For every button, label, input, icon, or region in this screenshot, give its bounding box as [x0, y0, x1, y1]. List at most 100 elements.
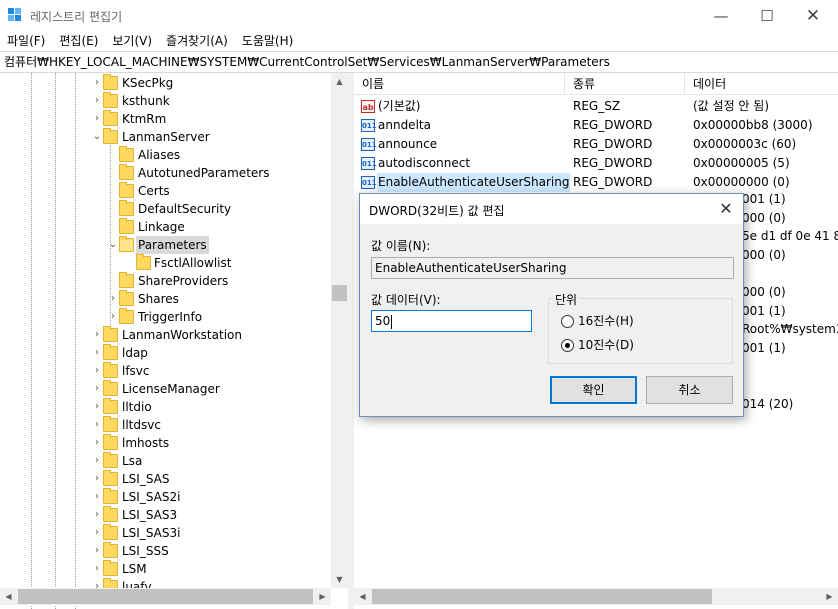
scroll-up-arrow-icon[interactable]: ▲: [331, 73, 348, 90]
scroll-down-arrow-icon[interactable]: ▼: [331, 571, 348, 588]
radio-hex-label[interactable]: 16진수(H): [578, 313, 634, 329]
chevron-right-icon[interactable]: ›: [91, 542, 103, 560]
tree-item[interactable]: DefaultSecurity: [0, 200, 331, 218]
tree-item-label: Shares: [138, 292, 179, 306]
maximize-button[interactable]: ☐: [744, 0, 790, 31]
scroll-thumb[interactable]: [372, 589, 712, 604]
tree-item[interactable]: › lltdsvc: [0, 416, 331, 434]
chevron-right-icon[interactable]: ›: [91, 506, 103, 524]
value-data-cell: Root%₩system32: [742, 322, 838, 337]
dialog-title-bar: DWORD(32비트) 값 편집 ✕: [360, 194, 743, 224]
chevron-right-icon[interactable]: ›: [91, 92, 103, 110]
tree-item-label: DefaultSecurity: [138, 202, 232, 216]
scroll-left-arrow-icon[interactable]: ◀: [0, 588, 17, 605]
tree-item[interactable]: › lmhosts: [0, 434, 331, 452]
value-data-cell: 5e d1 df 0e 41 8: [742, 229, 838, 244]
tree-item[interactable]: FsctlAllowlist: [0, 254, 331, 272]
chevron-right-icon[interactable]: ›: [91, 344, 103, 362]
chevron-right-icon[interactable]: ›: [91, 380, 103, 398]
chevron-right-icon[interactable]: ›: [91, 452, 103, 470]
tree-item[interactable]: › LSI_SAS3: [0, 506, 331, 524]
tree-item[interactable]: ⌄ LanmanServer: [0, 128, 331, 146]
column-header-data[interactable]: 데이터: [685, 73, 838, 95]
tree-item[interactable]: AutotunedParameters: [0, 164, 331, 182]
scroll-right-arrow-icon[interactable]: ▶: [821, 588, 838, 605]
table-row[interactable]: ab (기본값) REG_SZ (값 설정 안 됨): [354, 97, 838, 116]
tree-item[interactable]: › Lsa: [0, 452, 331, 470]
scroll-right-arrow-icon[interactable]: ▶: [314, 588, 331, 605]
tree-item[interactable]: Linkage: [0, 218, 331, 236]
tree-item-label: LSM: [122, 562, 147, 576]
menu-edit[interactable]: 편집(E): [52, 31, 105, 51]
value-data-input[interactable]: 50: [371, 310, 532, 332]
tree-item[interactable]: › lfsvc: [0, 362, 331, 380]
scroll-left-arrow-icon[interactable]: ◀: [354, 588, 371, 605]
chevron-right-icon[interactable]: ›: [91, 326, 103, 344]
tree-item-label: LSI_SAS3: [122, 508, 178, 522]
registry-tree[interactable]: › KSecPkg › ksthunk › KtmRm ⌄ LanmanServer Alias…: [0, 73, 348, 609]
chevron-right-icon[interactable]: ›: [91, 416, 103, 434]
minimize-button[interactable]: —: [698, 0, 744, 31]
scroll-thumb[interactable]: [18, 589, 313, 604]
menu-file[interactable]: 파일(F): [0, 31, 52, 51]
table-row[interactable]: 011 autodisconnect REG_DWORD 0x00000005 (5): [354, 154, 838, 173]
tree-item[interactable]: › LSI_SAS: [0, 470, 331, 488]
chevron-right-icon[interactable]: ›: [91, 488, 103, 506]
tree-item[interactable]: Aliases: [0, 146, 331, 164]
address-bar[interactable]: 컴퓨터₩HKEY_LOCAL_MACHINE₩SYSTEM₩CurrentCon…: [0, 51, 838, 73]
radio-dec-label[interactable]: 10진수(D): [578, 337, 634, 353]
close-button[interactable]: ✕: [790, 0, 836, 31]
tree-item[interactable]: › ksthunk: [0, 92, 331, 110]
table-row[interactable]: 011 announce REG_DWORD 0x0000003c (60): [354, 135, 838, 154]
tree-item[interactable]: › LSM: [0, 560, 331, 578]
chevron-right-icon[interactable]: ›: [107, 308, 119, 326]
column-header-name[interactable]: 이름: [354, 73, 565, 95]
regedit-app-icon: [8, 8, 22, 22]
tree-item[interactable]: › Shares: [0, 290, 331, 308]
window-title: 레지스트리 편집기: [30, 10, 123, 24]
cancel-button[interactable]: 취소: [646, 376, 733, 404]
radio-dec-button[interactable]: [561, 339, 574, 352]
tree-item[interactable]: Certs: [0, 182, 331, 200]
tree-item[interactable]: › ldap: [0, 344, 331, 362]
value-name-label: 값 이름(N):: [371, 239, 431, 253]
scroll-thumb[interactable]: [332, 285, 347, 301]
list-horizontal-scrollbar[interactable]: ◀ ▶: [354, 588, 838, 605]
tree-item[interactable]: › LSI_SAS2i: [0, 488, 331, 506]
menu-favorites[interactable]: 즐겨찾기(A): [159, 31, 235, 51]
tree-item[interactable]: › lltdio: [0, 398, 331, 416]
chevron-right-icon[interactable]: ›: [91, 560, 103, 578]
chevron-right-icon[interactable]: ›: [91, 74, 103, 92]
tree-item[interactable]: › TriggerInfo: [0, 308, 331, 326]
chevron-right-icon[interactable]: ›: [91, 398, 103, 416]
tree-item[interactable]: › LicenseManager: [0, 380, 331, 398]
tree-item[interactable]: ⌄ Parameters: [0, 236, 331, 254]
tree-item[interactable]: › KtmRm: [0, 110, 331, 128]
chevron-right-icon[interactable]: ›: [91, 524, 103, 542]
folder-icon: [119, 164, 134, 180]
tree-horizontal-scrollbar[interactable]: ◀ ▶: [0, 588, 331, 605]
tree-item[interactable]: ShareProviders: [0, 272, 331, 290]
value-data-cell: 0x00000005 (5): [693, 156, 790, 170]
menu-view[interactable]: 보기(V): [105, 31, 159, 51]
table-row[interactable]: 011 anndelta REG_DWORD 0x00000bb8 (3000): [354, 116, 838, 135]
tree-item[interactable]: › LanmanWorkstation: [0, 326, 331, 344]
chevron-right-icon[interactable]: ›: [91, 362, 103, 380]
dialog-close-icon[interactable]: ✕: [715, 198, 737, 220]
chevron-down-icon[interactable]: ⌄: [107, 236, 119, 254]
column-header-type[interactable]: 종류: [565, 73, 685, 95]
chevron-right-icon[interactable]: ›: [91, 470, 103, 488]
menu-help[interactable]: 도움말(H): [235, 31, 301, 51]
tree-item[interactable]: › KSecPkg: [0, 74, 331, 92]
tree-vertical-scrollbar[interactable]: ▲ ▼: [331, 73, 348, 588]
chevron-right-icon[interactable]: ›: [107, 290, 119, 308]
folder-icon: [119, 146, 134, 162]
chevron-right-icon[interactable]: ›: [91, 110, 103, 128]
tree-item[interactable]: › LSI_SAS3i: [0, 524, 331, 542]
chevron-right-icon[interactable]: ›: [91, 434, 103, 452]
ok-button[interactable]: 확인: [550, 376, 637, 404]
tree-item[interactable]: › LSI_SSS: [0, 542, 331, 560]
tree-item-label: LSI_SAS: [122, 472, 170, 486]
chevron-down-icon[interactable]: ⌄: [91, 128, 103, 146]
radio-hex-button[interactable]: [561, 315, 574, 328]
